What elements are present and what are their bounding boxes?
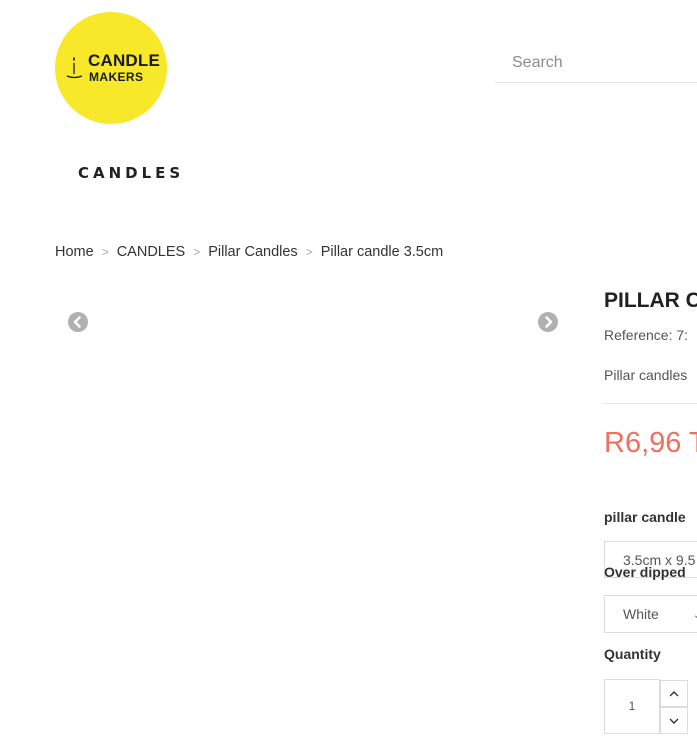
breadcrumb: Home > CANDLES > Pillar Candles > Pillar candl… (55, 244, 443, 260)
color-value: White (623, 606, 659, 622)
product-reference: Reference: 7: (604, 327, 689, 343)
quantity-input[interactable]: 1 (604, 679, 660, 734)
divider (604, 403, 697, 404)
breadcrumb-home[interactable]: Home (55, 244, 94, 260)
breadcrumb-separator: > (305, 245, 313, 259)
product-title: PILLAR C (604, 289, 697, 312)
site-logo[interactable]: CANDLE MAKERS (55, 12, 167, 124)
logo-text-makers: MAKERS (89, 70, 144, 84)
breadcrumb-separator: > (193, 245, 201, 259)
search-input[interactable] (495, 44, 697, 83)
chevron-down-icon: ⌄ (693, 610, 697, 621)
breadcrumb-current: Pillar candle 3.5cm (320, 244, 444, 260)
size-label: pillar candle (604, 509, 686, 525)
carousel-prev-icon[interactable] (68, 312, 88, 332)
nav-item-candles[interactable]: CANDLES (78, 164, 184, 182)
quantity-decrease-button[interactable] (660, 707, 688, 734)
product-short-description: Pillar candles (604, 367, 688, 383)
breadcrumb-separator: > (101, 245, 109, 259)
chevron-up-icon (669, 691, 679, 697)
carousel-next-icon[interactable] (538, 312, 558, 332)
quantity-increase-button[interactable] (660, 680, 688, 707)
color-label: Over dipped (604, 564, 686, 580)
logo-text-candle: CANDLE (88, 51, 161, 70)
quantity-label: Quantity (604, 646, 661, 662)
breadcrumb-candles[interactable]: CANDLES (117, 244, 186, 260)
color-select[interactable]: White ⌄ (604, 595, 697, 633)
product-price: R6,96 T (604, 427, 697, 459)
candle-icon (66, 57, 83, 79)
chevron-down-icon (669, 718, 679, 724)
breadcrumb-pillar-candles[interactable]: Pillar Candles (208, 244, 297, 260)
